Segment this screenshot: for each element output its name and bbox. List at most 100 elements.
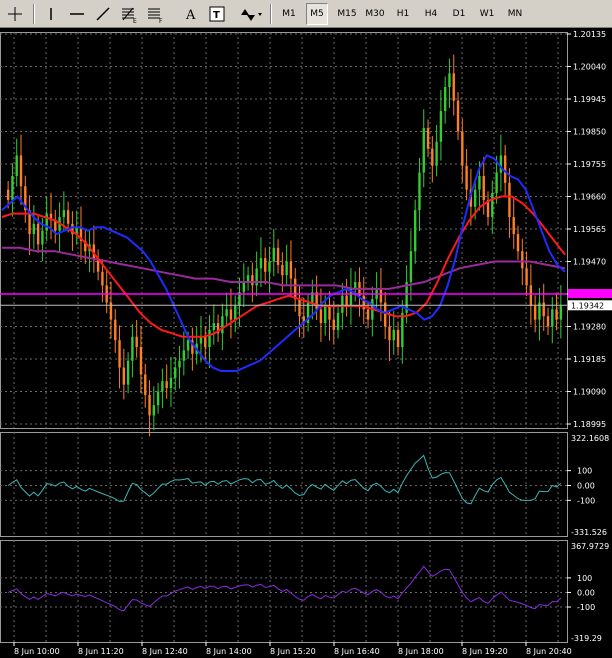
- candle-body: [276, 247, 280, 265]
- timeframe-h4-button[interactable]: H4: [420, 3, 442, 25]
- price-axis-label: 1.19850: [573, 128, 606, 137]
- candle-body: [264, 258, 267, 272]
- candle-body: [131, 336, 134, 361]
- candle-body: [139, 347, 143, 375]
- fib-fan-icon[interactable]: F: [144, 3, 166, 25]
- candle-body: [135, 336, 138, 348]
- candle-body: [234, 305, 237, 320]
- candle-body: [516, 234, 520, 252]
- timeframe-h1-button[interactable]: H1: [392, 3, 414, 25]
- time-axis-label: 8 Jun 14:00: [206, 647, 252, 656]
- candle-body: [161, 381, 164, 392]
- price-axis-label: 1.18995: [573, 420, 606, 429]
- candle-body: [482, 175, 485, 200]
- candle-body: [379, 288, 383, 303]
- trendline-icon[interactable]: [92, 3, 114, 25]
- time-axis-label: 8 Jun 19:20: [462, 647, 508, 656]
- chart-toolbar: E F A T M1 M5 M15 M30 H1 H4 D1 W1 MN: [0, 0, 612, 28]
- candle-body: [165, 381, 168, 389]
- candle-body: [324, 305, 327, 324]
- candle-body: [422, 128, 425, 173]
- candle-body: [281, 264, 284, 276]
- candle-body: [551, 309, 554, 327]
- timeframe-m30-button[interactable]: M30: [362, 3, 388, 25]
- candle-body: [495, 172, 498, 194]
- toolbar-separator: [270, 4, 272, 24]
- candle-body: [413, 210, 417, 252]
- candle-body: [152, 405, 156, 416]
- price-axis-label: 1.19660: [573, 193, 606, 202]
- magenta-level-marker: [568, 289, 612, 298]
- candle-body: [426, 128, 430, 149]
- candle-body: [508, 182, 511, 218]
- candle-body: [251, 275, 254, 286]
- price-axis-label: 1.19565: [573, 225, 606, 234]
- oscillator-max-label: 367.9729: [571, 542, 609, 551]
- price-axis-label: 1.19470: [573, 258, 606, 267]
- candle-body: [62, 210, 66, 218]
- candle-body: [345, 295, 348, 306]
- price-axis-label: 1.19755: [573, 160, 606, 169]
- time-axis-label: 8 Jun 12:40: [142, 647, 188, 656]
- candle-body: [174, 367, 177, 378]
- candle-body: [533, 305, 537, 320]
- timeframe-m5-button[interactable]: M5: [306, 3, 328, 25]
- price-axis-label: 1.19185: [573, 355, 606, 364]
- svg-text:A: A: [185, 8, 196, 23]
- timeframe-mn-button[interactable]: MN: [504, 3, 526, 25]
- candle-body: [285, 261, 288, 276]
- price-axis-label: 1.20135: [573, 30, 606, 39]
- price-axis-label: 1.20040: [573, 63, 606, 72]
- svg-text:T: T: [213, 10, 220, 21]
- price-chart[interactable]: 1.20135 1.20040 1.19945 1.19850 1.19755 1.196…: [0, 28, 612, 658]
- candle-body: [66, 210, 70, 224]
- candle-body: [19, 155, 23, 187]
- timeframe-m15-button[interactable]: M15: [334, 3, 360, 25]
- candle-body: [156, 391, 160, 406]
- oscillator-line: [7, 454, 562, 505]
- fibonacci-icon[interactable]: E: [118, 3, 140, 25]
- timeframe-w1-button[interactable]: W1: [476, 3, 498, 25]
- candle-body: [491, 193, 494, 218]
- label-tool-icon[interactable]: T: [206, 3, 228, 25]
- oscillator-level-label: -100: [577, 603, 595, 612]
- oscillator-level-label: -100: [577, 496, 595, 505]
- arrows-dropdown-icon[interactable]: [236, 3, 264, 25]
- candle-body: [178, 360, 181, 368]
- horizontal-line-icon[interactable]: [66, 3, 88, 25]
- candle-body: [259, 258, 263, 269]
- text-label-icon[interactable]: A: [180, 3, 202, 25]
- candle-body: [461, 131, 464, 166]
- candle-body: [225, 309, 228, 317]
- oscillator-level-label: 100: [577, 467, 592, 476]
- timeframe-d1-button[interactable]: D1: [448, 3, 470, 25]
- candle-body: [182, 350, 186, 361]
- crosshair-icon[interactable]: [4, 3, 26, 25]
- oscillator-level-label: 100: [577, 574, 592, 583]
- candle-body: [456, 100, 460, 132]
- candle-body: [542, 302, 545, 317]
- time-axis-label: 8 Jun 15:20: [270, 647, 316, 656]
- candle-body: [272, 247, 275, 262]
- candle-body: [503, 155, 507, 183]
- timeframe-m1-button[interactable]: M1: [278, 3, 300, 25]
- candle-body: [32, 223, 36, 235]
- candle-body: [15, 155, 18, 176]
- vertical-line-icon[interactable]: [40, 3, 62, 25]
- candle-body: [144, 374, 147, 395]
- candle-body: [212, 323, 216, 330]
- svg-text:E: E: [133, 18, 137, 25]
- candle-body: [435, 141, 438, 166]
- main-price-panel: [0, 54, 567, 437]
- oscillator-panel-2: [0, 565, 567, 612]
- candle-body: [294, 278, 297, 300]
- candle-body: [409, 251, 413, 283]
- candle-body: [332, 319, 335, 330]
- candle-body: [341, 295, 344, 313]
- candle-body: [41, 230, 44, 245]
- toolbar-separator: [33, 4, 35, 24]
- time-axis-label: 8 Jun 10:00: [14, 647, 60, 656]
- candle-body: [512, 217, 515, 235]
- candle-body: [114, 319, 117, 341]
- axes: 1.20135 1.20040 1.19945 1.19850 1.19755 1.196…: [13, 30, 612, 656]
